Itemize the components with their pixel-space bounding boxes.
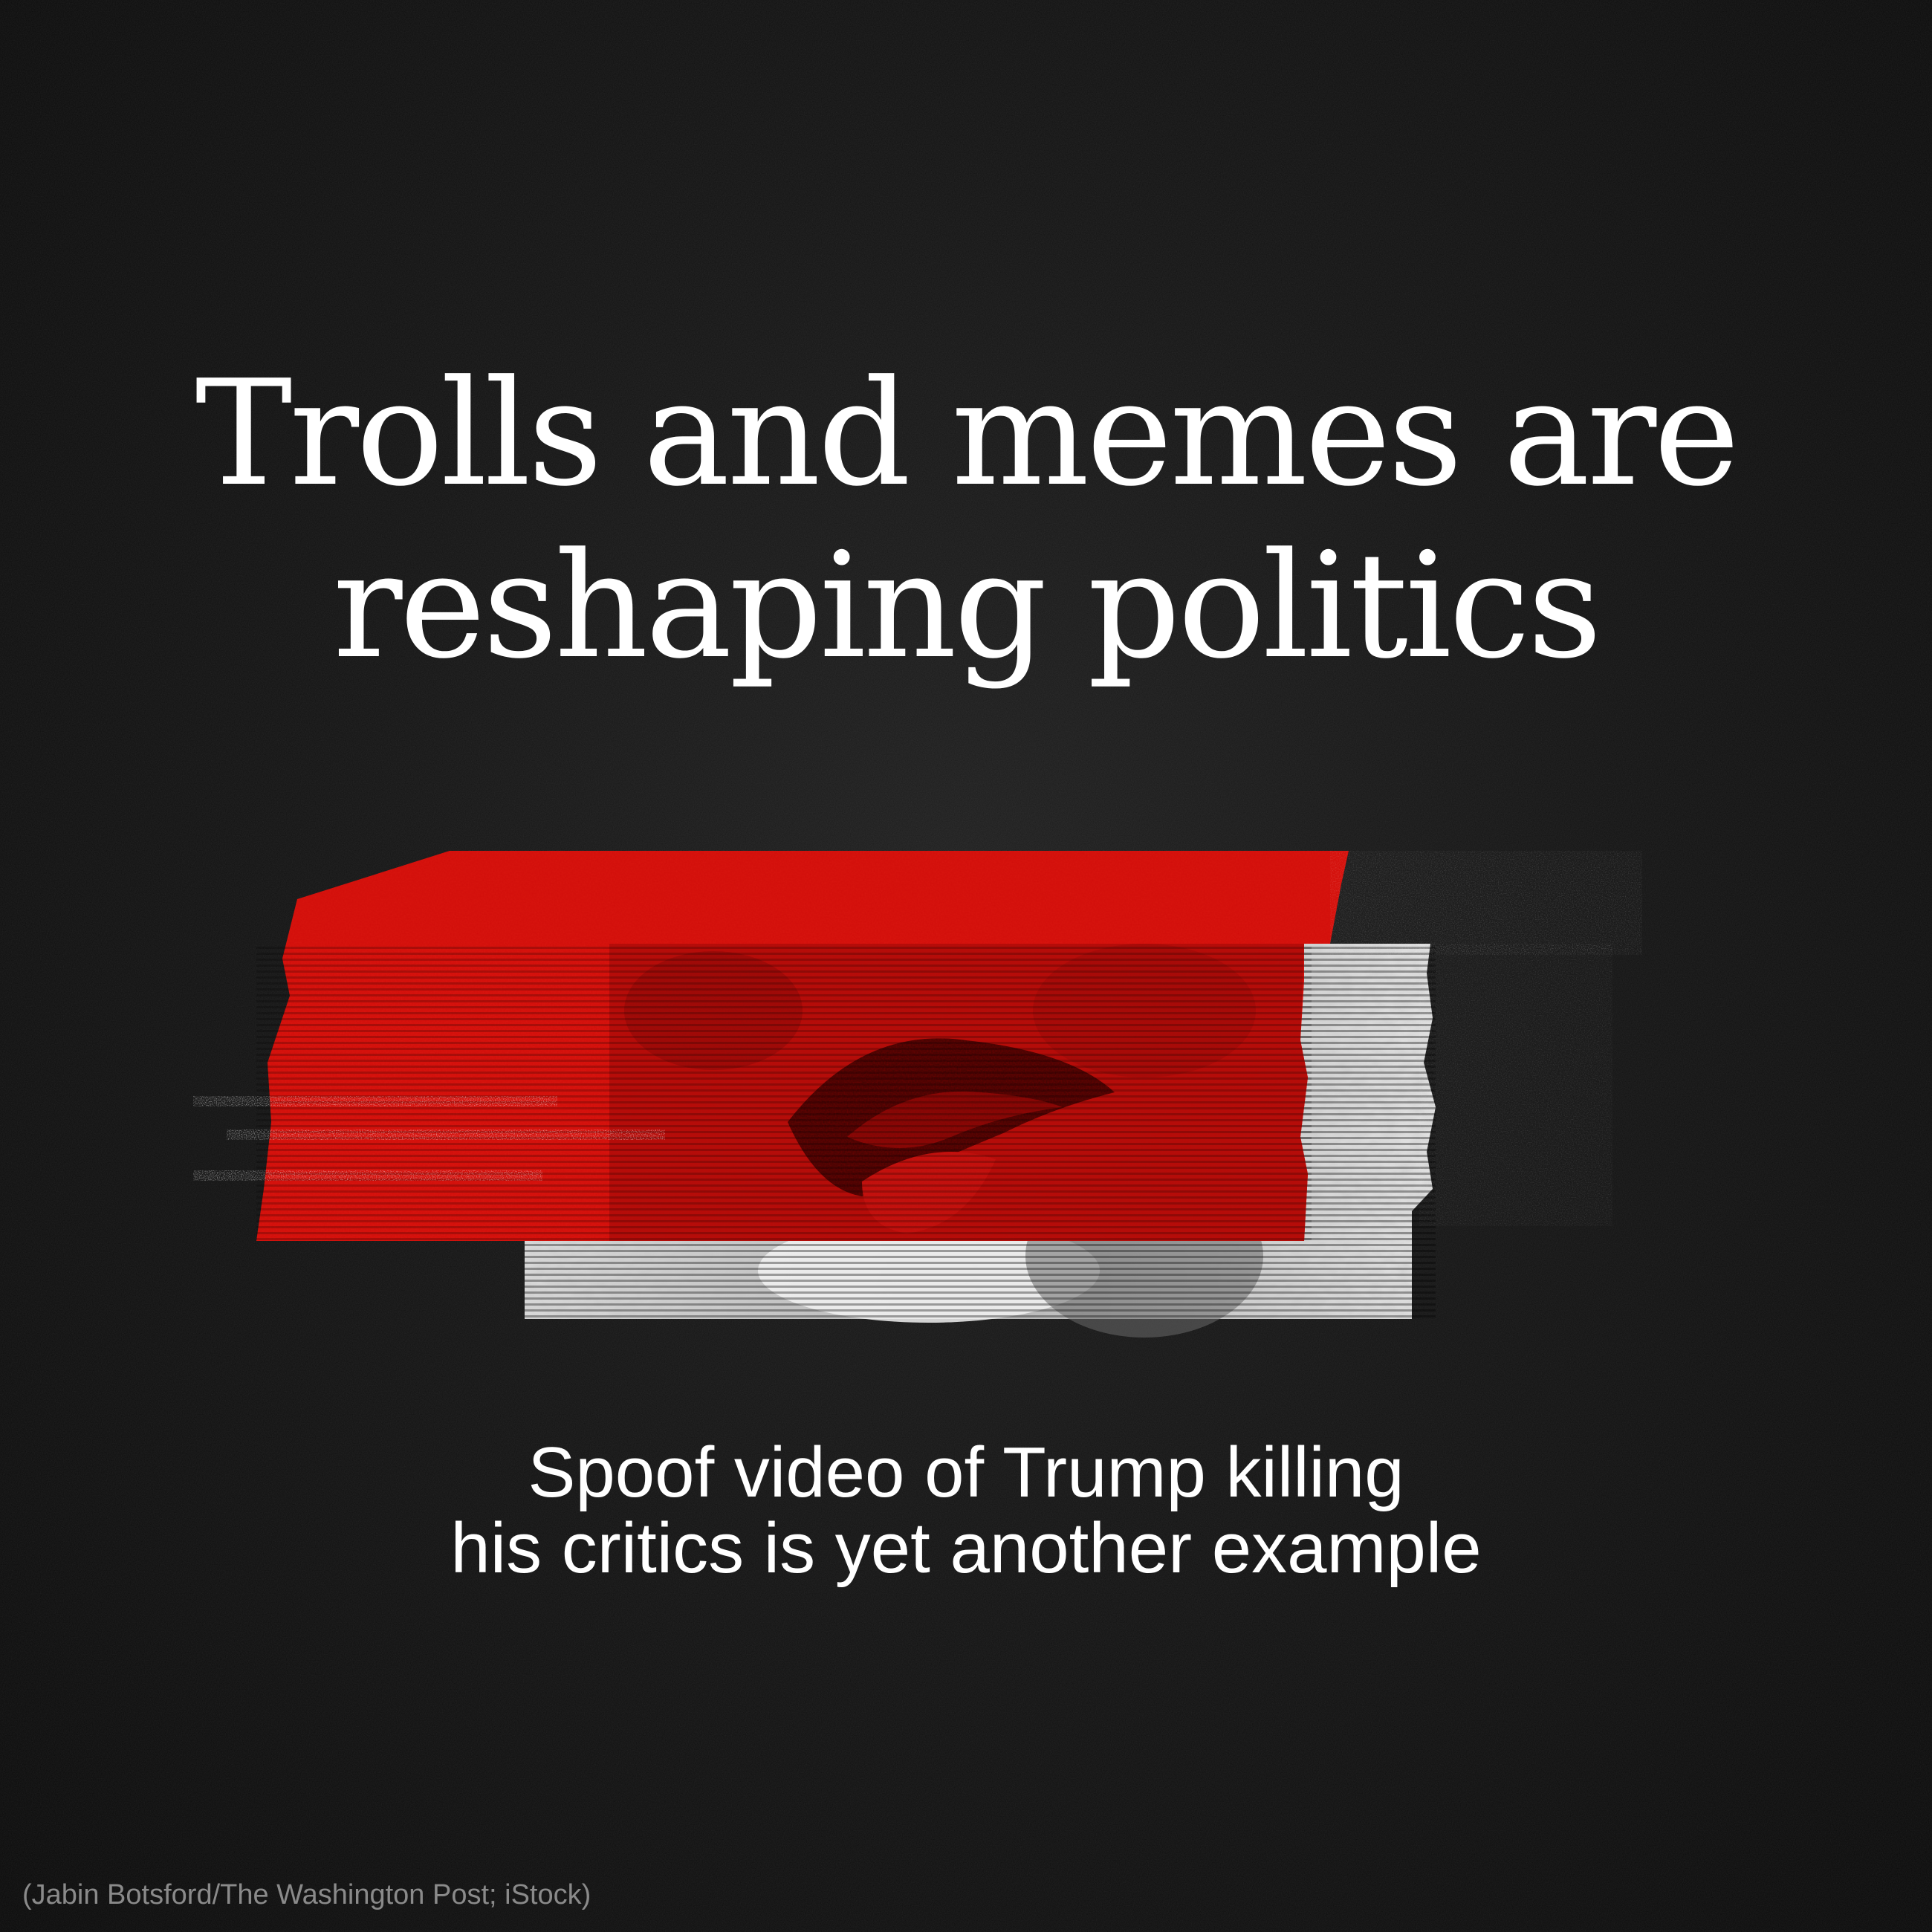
poster-canvas: Trolls and memes are reshaping politics (0, 0, 1932, 1932)
headline-line-2: reshaping politics (332, 522, 1602, 691)
subhead-line-1: Spoof video of Trump killing (528, 1433, 1404, 1512)
photo-credit: (Jabin Botsford/The Washington Post; iSt… (22, 1879, 591, 1910)
subhead-line-2: his critics is yet another example (450, 1508, 1482, 1588)
headline-line-1: Trolls and memes are (195, 349, 1740, 519)
glitched-face-mouth-image (193, 851, 1642, 1338)
